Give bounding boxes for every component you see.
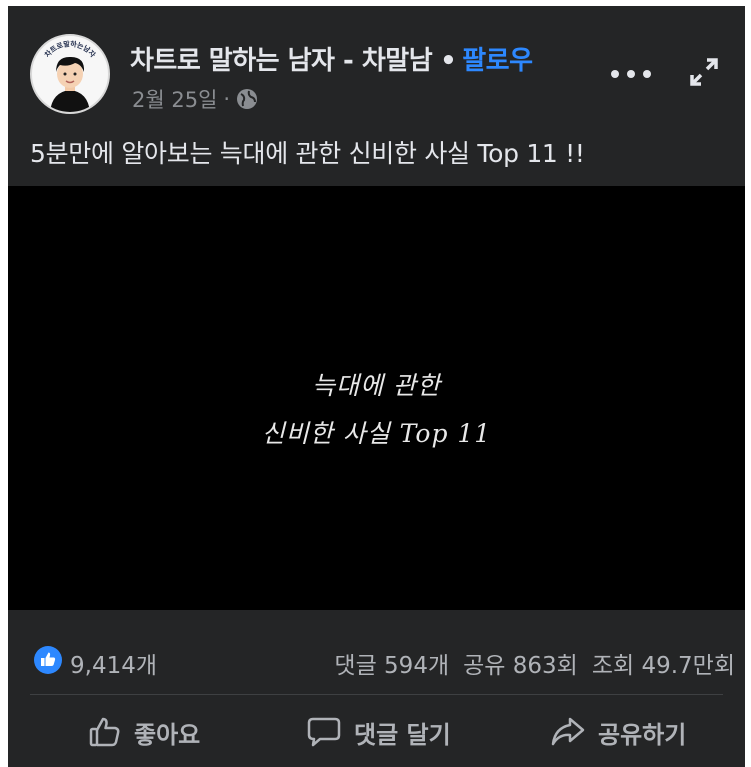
post-card: 차트로말하는남자 차트로 말하는 남자 - 차말남•팔로우 2월 25일 · xyxy=(8,6,745,767)
expand-icon xyxy=(690,58,718,86)
engagement-counts: 댓글 594개 공유 863회 조회 49.7만회 xyxy=(320,646,735,680)
comment-count[interactable]: 댓글 594개 xyxy=(334,653,449,679)
more-icon xyxy=(611,70,619,78)
video-title-line2: 신비한 사실 Top 11 xyxy=(261,419,492,448)
follow-button[interactable]: 팔로우 xyxy=(462,46,533,76)
share-label: 공유하기 xyxy=(598,720,687,749)
post-header: 차트로말하는남자 차트로 말하는 남자 - 차말남 • 팔로우 2월 25일 · xyxy=(8,6,745,128)
view-count: 조회 49.7만회 xyxy=(591,653,735,679)
action-bar: 좋아요 댓글 달기 공유하기 xyxy=(8,695,745,767)
like-reaction-icon[interactable] xyxy=(34,646,62,674)
avatar-illustration-icon: 차트로말하는남자 xyxy=(42,39,98,112)
share-count[interactable]: 공유 863회 xyxy=(463,653,578,679)
like-button[interactable]: 좋아요 xyxy=(88,715,200,749)
svg-text:차트로말하는남자: 차트로말하는남자 xyxy=(42,39,97,59)
comment-label: 댓글 달기 xyxy=(354,720,451,749)
globe-icon xyxy=(236,88,258,110)
like-label: 좋아요 xyxy=(134,720,201,749)
dot-separator: • xyxy=(440,46,457,76)
meta-separator: · xyxy=(223,87,231,111)
comment-bubble-icon xyxy=(307,717,341,747)
page-name-line: 차트로 말하는 남자 - 차말남 • 팔로우 xyxy=(130,40,533,77)
like-count[interactable]: 9,414개 xyxy=(70,646,157,680)
more-options-button[interactable] xyxy=(611,62,651,86)
expand-button[interactable] xyxy=(686,54,722,90)
post-caption: 5분만에 알아보는 늑대에 관한 신비한 사실 Top 11 !! xyxy=(30,139,585,168)
video-title-line1: 늑대에 관한 xyxy=(312,371,441,400)
share-arrow-icon xyxy=(551,717,585,746)
more-icon-dot xyxy=(643,70,651,78)
thumbs-up-icon xyxy=(89,717,120,747)
video-player[interactable]: 늑대에 관한 신비한 사실 Top 11 xyxy=(8,186,745,610)
avatar-badge-text: 차트로말하는남자 xyxy=(42,39,97,59)
post-meta: 2월 25일 · xyxy=(132,84,258,114)
more-icon-dot xyxy=(627,70,635,78)
post-date[interactable]: 2월 25일 xyxy=(132,84,217,114)
post-stats: 9,414개 댓글 594개 공유 863회 조회 49.7만회 xyxy=(8,610,745,700)
page-name[interactable]: 차트로 말하는 남자 - 차말남 xyxy=(130,46,433,76)
avatar[interactable]: 차트로말하는남자 xyxy=(30,34,110,114)
share-button[interactable]: 공유하기 xyxy=(550,715,686,749)
comment-button[interactable]: 댓글 달기 xyxy=(306,715,451,749)
